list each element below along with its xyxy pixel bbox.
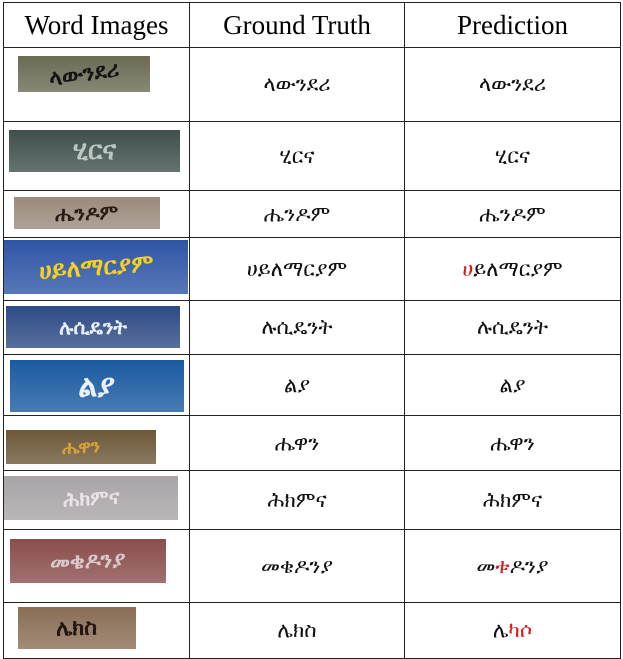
ground-truth-cell: ላውንደሪ bbox=[189, 47, 405, 122]
word-image-text: ሔንዶም bbox=[54, 199, 120, 227]
word-image-cell: ሔዋን bbox=[3, 415, 190, 471]
prediction-segment: መ bbox=[476, 553, 496, 578]
prediction-segment: ሌ bbox=[492, 618, 509, 642]
prediction-segment: ልያ bbox=[499, 372, 526, 397]
word-image: ሔዋን bbox=[6, 430, 156, 464]
word-image: ሕክምና bbox=[4, 476, 178, 520]
word-image-cell: ልያ bbox=[3, 354, 190, 416]
word-image-cell: ሌክስ bbox=[3, 602, 190, 659]
word-image-text: ሔዋን bbox=[61, 435, 101, 459]
table-row: ልያ ልያ ልያ bbox=[3, 354, 621, 416]
table-row: ሕክምና ሕክምና ሕክምና bbox=[3, 470, 621, 530]
ground-truth-cell: መቄዶንያ bbox=[189, 529, 405, 603]
table-row: ሌክስ ሌክስ ሌካሶ bbox=[3, 602, 621, 659]
results-table: Word Images Ground Truth Prediction ላውንደ… bbox=[3, 2, 621, 659]
ground-truth-cell: ሕክምና bbox=[189, 470, 405, 530]
word-image-text: ልያ bbox=[77, 367, 117, 405]
prediction-error-segment: ሀ bbox=[462, 256, 474, 281]
prediction-error-segment: ቱ bbox=[495, 553, 510, 578]
prediction-cell: ሔንዶም bbox=[404, 190, 621, 238]
table-row: ላውንደሪ ላውንደሪ ላውንደሪ bbox=[3, 47, 621, 122]
header-row: Word Images Ground Truth Prediction bbox=[3, 2, 621, 48]
ground-truth-cell: ሔዋን bbox=[189, 415, 405, 471]
header-ground-truth: Ground Truth bbox=[189, 2, 405, 48]
word-image-text: ሂርና bbox=[72, 135, 117, 166]
prediction-segment: ሔዋን bbox=[490, 430, 535, 455]
table-row: ሉሲዴንት ሉሲዴንት ሉሲዴንት bbox=[3, 300, 621, 355]
prediction-segment: ዶንያ bbox=[509, 553, 549, 578]
prediction-segment: ሉሲዴንት bbox=[476, 315, 549, 339]
prediction-cell: ሕክምና bbox=[404, 470, 621, 530]
word-image: ልያ bbox=[10, 360, 184, 412]
header-prediction: Prediction bbox=[404, 2, 621, 48]
prediction-cell: ሔዋን bbox=[404, 415, 621, 471]
word-image-text: ሉሲዴንት bbox=[59, 315, 127, 339]
prediction-cell: መቱዶንያ bbox=[404, 529, 621, 603]
ground-truth-cell: ሀይለማርያም bbox=[189, 237, 405, 301]
word-image-cell: መቄዶንያ bbox=[3, 529, 190, 603]
ground-truth-cell: ሌክስ bbox=[189, 602, 405, 659]
word-image-cell: ሉሲዴንት bbox=[3, 300, 190, 355]
ground-truth-cell: ልያ bbox=[189, 354, 405, 416]
prediction-segment: ሕክምና bbox=[482, 487, 543, 512]
word-image: ሔንዶም bbox=[14, 197, 160, 229]
word-image-text: መቄዶንያ bbox=[49, 547, 127, 575]
table-row: ሀይለማርያም ሀይለማርያም ሀይለማርያም bbox=[3, 237, 621, 301]
prediction-cell: ላውንደሪ bbox=[404, 47, 621, 122]
word-image-cell: ሀይለማርያም bbox=[3, 237, 190, 301]
table-row: ሔንዶም ሔንዶም ሔንዶም bbox=[3, 190, 621, 238]
word-image: ላውንደሪ bbox=[18, 56, 150, 92]
word-image-text: ሕክምና bbox=[62, 484, 120, 512]
word-image: ሂርና bbox=[9, 130, 180, 172]
prediction-cell: ሂርና bbox=[404, 121, 621, 191]
prediction-cell: ሉሲዴንት bbox=[404, 300, 621, 355]
prediction-cell: ሌካሶ bbox=[404, 602, 621, 659]
word-image-cell: ሔንዶም bbox=[3, 190, 190, 238]
word-image-text: ሌክስ bbox=[56, 614, 98, 642]
table-row: መቄዶንያ መቄዶንያ መቱዶንያ bbox=[3, 529, 621, 603]
prediction-segment: ይለማርያም bbox=[473, 256, 563, 281]
prediction-cell: ሀይለማርያም bbox=[404, 237, 621, 301]
prediction-segment: ሂርና bbox=[495, 143, 530, 168]
prediction-segment: ላውንደሪ bbox=[478, 72, 547, 96]
word-image: ሀይለማርያም bbox=[4, 240, 188, 294]
word-image-text: ላውንደሪ bbox=[47, 56, 121, 92]
header-word-images: Word Images bbox=[3, 2, 190, 48]
word-image-text: ሀይለማርያም bbox=[37, 249, 155, 285]
prediction-segment: ሔንዶም bbox=[479, 201, 546, 226]
word-image: ሌክስ bbox=[18, 607, 136, 649]
table-row: ሔዋን ሔዋን ሔዋን bbox=[3, 415, 621, 471]
ground-truth-cell: ሂርና bbox=[189, 121, 405, 191]
word-image-cell: ሂርና bbox=[3, 121, 190, 191]
ground-truth-cell: ሉሲዴንት bbox=[189, 300, 405, 355]
word-image-cell: ሕክምና bbox=[3, 470, 190, 530]
table-row: ሂርና ሂርና ሂርና bbox=[3, 121, 621, 191]
word-image: መቄዶንያ bbox=[10, 539, 166, 583]
word-image-cell: ላውንደሪ bbox=[3, 47, 190, 122]
ground-truth-cell: ሔንዶም bbox=[189, 190, 405, 238]
word-image: ሉሲዴንት bbox=[6, 306, 180, 348]
prediction-cell: ልያ bbox=[404, 354, 621, 416]
prediction-error-segment: ካሶ bbox=[508, 618, 533, 642]
